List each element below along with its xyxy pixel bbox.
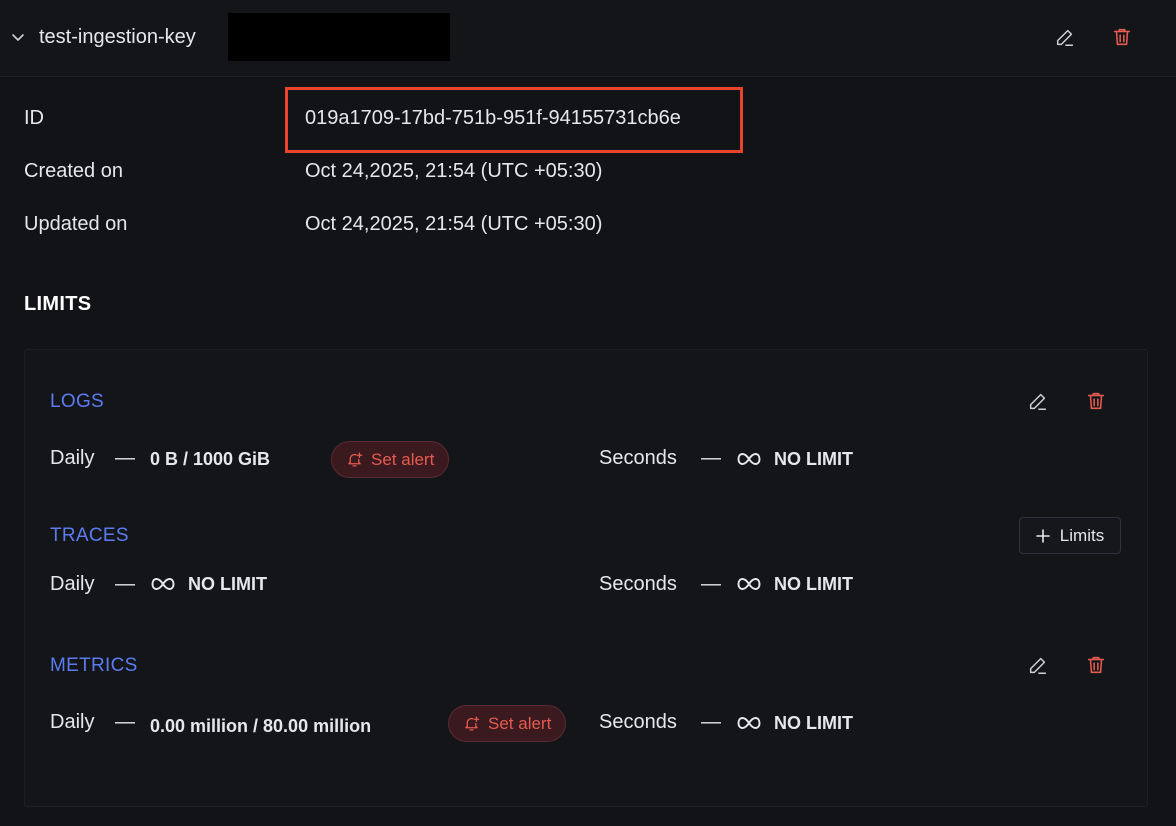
infinity-icon: [151, 577, 175, 591]
redacted-area: [228, 13, 450, 61]
delete-metrics-limit-button[interactable]: [1083, 652, 1109, 678]
updated-label: Updated on: [24, 213, 128, 235]
metrics-daily-value: 0.00 million / 80.00 million: [150, 716, 372, 736]
metrics-set-alert-button[interactable]: Set alert: [448, 705, 567, 742]
updated-value: Oct 24,2025, 21:54 (UTC +05:30): [305, 213, 603, 235]
traces-title: TRACES: [50, 525, 129, 546]
separator-dash: —: [701, 711, 721, 733]
id-value: 019a1709-17bd-751b-951f-94155731cb6e: [305, 107, 681, 129]
set-alert-label: Set alert: [371, 449, 435, 469]
traces-daily-value: NO LIMIT: [188, 574, 267, 594]
delete-logs-limit-button[interactable]: [1083, 388, 1109, 414]
created-value: Oct 24,2025, 21:54 (UTC +05:30): [305, 160, 603, 182]
logs-daily-label: Daily: [50, 447, 95, 469]
pencil-icon: [1029, 657, 1047, 674]
id-label: ID: [24, 107, 44, 129]
infinity-icon: [737, 577, 761, 591]
pencil-icon: [1056, 29, 1074, 46]
logs-seconds-label: Seconds: [599, 447, 677, 469]
pencil-icon: [1029, 393, 1047, 410]
traces-seconds-value: NO LIMIT: [774, 574, 853, 594]
separator-dash: —: [115, 447, 135, 469]
edit-key-button[interactable]: [1052, 24, 1078, 50]
set-alert-label: Set alert: [488, 713, 552, 733]
logs-title: LOGS: [50, 391, 104, 412]
traces-seconds-label: Seconds: [599, 573, 677, 595]
plus-icon: [1035, 528, 1050, 543]
logs-set-alert-button[interactable]: Set alert: [331, 441, 450, 478]
edit-logs-limit-button[interactable]: [1025, 388, 1051, 414]
metrics-seconds-label: Seconds: [599, 711, 677, 733]
separator-dash: —: [701, 573, 721, 595]
metrics-seconds-value: NO LIMIT: [774, 713, 853, 733]
delete-key-button[interactable]: [1109, 24, 1135, 50]
limits-title: LIMITS: [24, 293, 92, 315]
trash-icon: [1087, 656, 1105, 674]
bell-plus-icon: [348, 452, 363, 467]
logs-seconds-value: NO LIMIT: [774, 449, 853, 469]
logs-daily-value: 0 B / 1000 GiB: [150, 449, 271, 469]
trash-icon: [1113, 28, 1131, 46]
separator-dash: —: [115, 573, 135, 595]
metrics-daily-label: Daily: [50, 711, 95, 733]
chevron-down-icon[interactable]: [10, 29, 26, 45]
bell-plus-icon: [465, 716, 480, 731]
traces-daily-label: Daily: [50, 573, 95, 595]
separator-dash: —: [701, 447, 721, 469]
infinity-icon: [737, 452, 761, 466]
infinity-icon: [737, 716, 761, 730]
key-header: test-ingestion-key: [0, 0, 1176, 77]
metrics-title: METRICS: [50, 655, 138, 676]
add-limits-label: Limits: [1059, 525, 1105, 545]
created-label: Created on: [24, 160, 123, 182]
trash-icon: [1087, 392, 1105, 410]
key-name: test-ingestion-key: [39, 26, 196, 48]
add-traces-limits-button[interactable]: Limits: [1019, 517, 1121, 554]
separator-dash: —: [115, 711, 135, 733]
edit-metrics-limit-button[interactable]: [1025, 652, 1051, 678]
